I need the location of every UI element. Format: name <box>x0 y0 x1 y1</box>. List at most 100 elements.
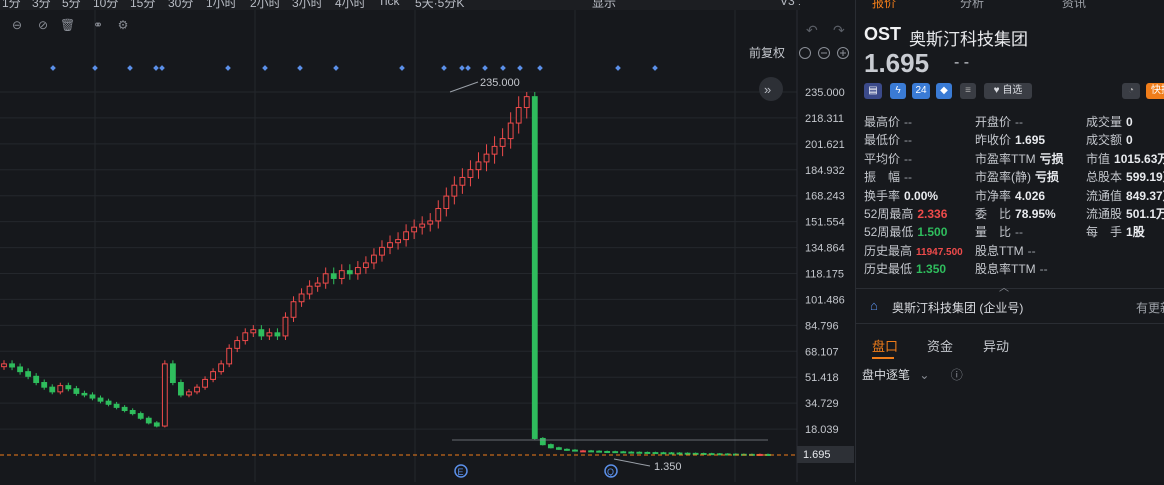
stat-label: 流通股 <box>1086 207 1123 221</box>
collapse-icon[interactable]: ︿ <box>999 279 1009 294</box>
y-tick-label: 118.175 <box>805 269 844 281</box>
hours-24-badge[interactable]: 24 <box>912 83 930 99</box>
tab-news[interactable]: 资讯 <box>1062 0 1086 10</box>
max-price-label: 235.000 <box>480 77 520 89</box>
stat-7-0: 历史最高 11947.500 <box>864 242 963 260</box>
stat-label: 成交额 <box>1086 133 1123 148</box>
stat-value: 0 <box>1126 115 1133 129</box>
watchlist-label: 自选 <box>1002 85 1023 96</box>
stat-value: -- <box>1015 115 1024 129</box>
period-2h[interactable]: 2小时 <box>250 0 281 10</box>
y-tick-label: 151.554 <box>805 217 845 229</box>
kline-chart[interactable]: 235.000 218.311 201.621 184.932 168.243 151.5… <box>0 10 854 482</box>
period-3m[interactable]: 3分 <box>32 0 51 10</box>
stat-1-0: 最低价 -- <box>864 131 912 149</box>
stat-label: 昨收价 <box>975 133 1012 148</box>
stat-label: 委 比 <box>975 207 1012 221</box>
tick-selector[interactable]: 盘中逐笔 ⌄ ⓘ <box>862 366 963 383</box>
stat-2-2: 市值 1015.63万 <box>1086 150 1164 168</box>
indicator-icon[interactable]: ⊖ <box>10 18 24 32</box>
y-tick-label: 18.039 <box>805 424 839 436</box>
stat-label: 市净率 <box>975 188 1012 203</box>
period-1h[interactable]: 1小时 <box>206 0 237 10</box>
company-bar[interactable]: ⌂ 奥斯汀科技集团 (企业号) 有更新 ︿ <box>856 283 1164 324</box>
period-toolbar: 1分 3分 5分 10分 15分 30分 1小时 2小时 3小时 4小时 Tic… <box>0 0 800 10</box>
svg-text:↶: ↶ <box>806 22 818 38</box>
stat-value: 4.026 <box>1015 188 1046 203</box>
watchlist-button[interactable]: ♥ 自选 <box>984 83 1032 99</box>
stat-label: 振 幅 <box>864 170 901 185</box>
delete-icon[interactable]: 🗑 <box>60 18 75 32</box>
y-tick-label: 235.000 <box>805 87 845 99</box>
kline-svg[interactable]: 235.000 218.311 201.621 184.932 168.243 151.5… <box>0 10 854 482</box>
info-icon[interactable]: ⓘ <box>951 368 963 382</box>
lightning-icon[interactable]: ϟ <box>890 83 906 99</box>
stat-0-0: 最高价 -- <box>864 113 912 131</box>
y-tick-label: 51.418 <box>805 372 839 384</box>
stat-label: 开盘价 <box>975 115 1012 129</box>
us-flag-icon: ▤ <box>864 83 882 99</box>
price-change: - - <box>954 54 970 71</box>
undo-icon[interactable]: ↶ <box>806 22 818 38</box>
period-3h[interactable]: 3小时 <box>292 0 323 10</box>
company-more[interactable]: 有更新 <box>1136 299 1164 316</box>
stat-label: 52周最高 <box>864 207 914 221</box>
note-icon[interactable]: ≡ <box>960 83 976 99</box>
stat-value: 1.695 <box>1015 133 1046 148</box>
period-1m[interactable]: 1分 <box>2 0 21 10</box>
bell-icon[interactable]: ◔ <box>1122 83 1140 99</box>
stat-label: 换手率 <box>864 188 901 203</box>
display-menu[interactable]: 显示 <box>592 0 616 10</box>
scroll-right-icon[interactable]: » <box>759 77 783 101</box>
stat-value: 1.350 <box>916 262 947 277</box>
stat-value: 78.95% <box>1015 207 1056 221</box>
period-4h[interactable]: 4小时 <box>335 0 366 10</box>
stat-value: 1.500 <box>917 225 948 240</box>
stat-value: 1股 <box>1126 225 1145 240</box>
tab-analysis[interactable]: 分析 <box>960 0 984 10</box>
panel-tabs: 报价 分析 资讯 <box>856 0 1164 10</box>
stat-5-0: 52周最高 2.336 <box>864 205 947 223</box>
redo-icon[interactable]: ↷ <box>833 22 845 38</box>
stat-label: 最低价 <box>864 133 901 148</box>
y-tick-label: 134.864 <box>805 243 845 255</box>
stat-8-0: 历史最低 1.350 <box>864 260 946 278</box>
period-10m[interactable]: 10分 <box>93 0 118 10</box>
y-tick-label: 101.486 <box>805 294 845 306</box>
company-account: 奥斯汀科技集团 (企业号) <box>892 301 1024 315</box>
period-15m[interactable]: 15分 <box>130 0 155 10</box>
settings-icon[interactable]: ⚙ <box>116 18 130 32</box>
y-tick-label: 218.311 <box>805 113 844 125</box>
tag-icon[interactable]: ◆ <box>936 83 952 99</box>
candle <box>547 443 554 449</box>
quick-trade-button[interactable]: 快捷 <box>1146 83 1164 99</box>
tab-funds[interactable]: 资金 <box>927 336 953 355</box>
stat-7-1: 股息TTM -- <box>975 242 1036 260</box>
stat-3-1: 市盈率(静) 亏损 <box>975 168 1059 186</box>
compare-icon[interactable]: ⚭ <box>91 18 105 32</box>
period-5m[interactable]: 5分 <box>62 0 81 10</box>
stat-label: 股息TTM <box>975 243 1024 258</box>
stat-value: 599.19万 <box>1126 170 1164 185</box>
tab-quote[interactable]: 报价 <box>872 0 896 10</box>
candle <box>531 92 538 440</box>
min-price-label: 1.350 <box>654 461 682 473</box>
stat-4-0: 换手率 0.00% <box>864 187 938 205</box>
period-30m[interactable]: 30分 <box>168 0 193 10</box>
tab-movements[interactable]: 异动 <box>983 336 1009 355</box>
stat-value: 11947.500 <box>916 246 963 258</box>
period-5d[interactable]: 5天·5分K <box>415 0 464 10</box>
stat-5-2: 流通股 501.1万 <box>1086 205 1164 223</box>
last-price: 1.695 <box>864 48 930 78</box>
chevron-down-icon: ⌄ <box>919 368 930 382</box>
tab-orderbook[interactable]: 盘口 <box>872 336 898 355</box>
y-tick-label: 184.932 <box>805 165 845 177</box>
adjust-mode[interactable]: 前复权 <box>749 45 785 60</box>
hide-icon[interactable]: ⊘ <box>36 18 50 32</box>
candle <box>161 360 168 428</box>
stat-label: 平均价 <box>864 151 901 166</box>
stat-3-2: 总股本599.19万 <box>1086 168 1164 186</box>
stat-value: 0.00% <box>904 188 939 203</box>
stat-label: 总股本 <box>1086 170 1123 185</box>
period-tick[interactable]: Tick <box>378 0 400 8</box>
